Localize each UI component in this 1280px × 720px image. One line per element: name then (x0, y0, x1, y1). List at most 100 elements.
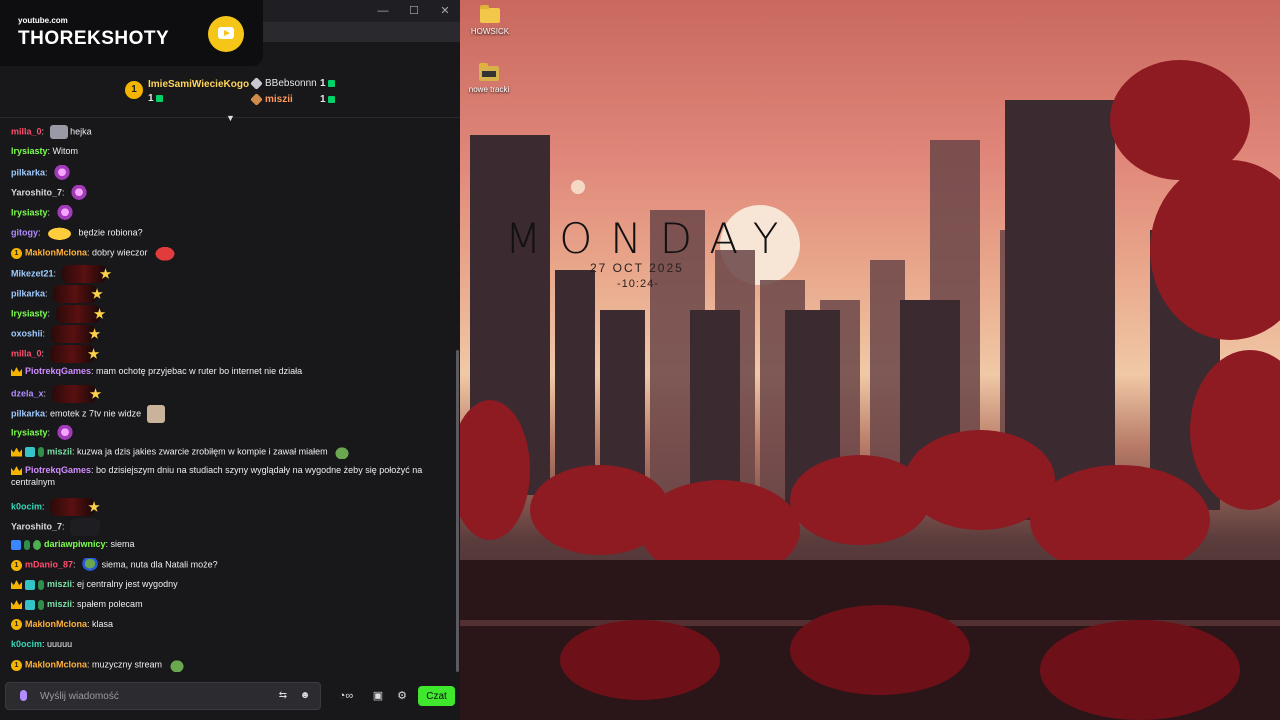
chat-send-button[interactable]: Czat (418, 686, 455, 706)
message-username[interactable]: mDanio_87 (25, 559, 73, 569)
chat-window: — ☐ ✕ youtube.com THOREKSHOTY 1 ImieSami… (0, 0, 460, 720)
message-username[interactable]: Mikezet21 (11, 268, 54, 278)
emote-icon (55, 425, 74, 441)
points-icon[interactable]: ◔∞ (333, 688, 359, 704)
chat-scrollbar[interactable] (456, 350, 459, 672)
emote-icon (333, 445, 352, 459)
clock-time: -10:24- (617, 278, 659, 290)
message-username[interactable]: pilkarka (11, 167, 45, 177)
message-text: kuzwa ja dzis jakies zwarcie zrobiłęm w … (77, 446, 328, 457)
emote-icon (53, 165, 72, 181)
message-username[interactable]: Yaroshito_7 (11, 521, 62, 531)
sub-badge-icon: 1 (11, 619, 22, 631)
message-username[interactable]: miszii (47, 599, 72, 609)
emoji-icon[interactable]: ☻ (298, 689, 312, 703)
leaderboard-count: 1 (320, 78, 326, 89)
desktop-folder-nowe-tracki[interactable]: nowe tracki (460, 63, 519, 94)
desktop-folder-howsick[interactable]: HOWSICK (460, 5, 520, 36)
message-username[interactable]: MaklonMclona (25, 659, 87, 669)
prime-badge-icon (11, 539, 21, 550)
brand-site: youtube.com (18, 16, 68, 25)
emote-icon (53, 285, 98, 303)
window-subbar (263, 22, 460, 42)
store-icon[interactable]: ▣ (370, 688, 386, 704)
emote-icon (55, 305, 100, 323)
bottle-badge-icon (38, 579, 44, 590)
message-username[interactable]: lrysiasty (11, 427, 48, 437)
leaderboard-third[interactable]: miszii (250, 92, 293, 106)
sub-badge-icon: 1 (11, 559, 22, 571)
microphone-icon[interactable] (20, 690, 27, 701)
youtube-icon[interactable] (208, 16, 244, 52)
emote-icon (49, 125, 68, 139)
message-username[interactable]: MaklonMclona (25, 247, 87, 257)
chat-message: 1 MaklonMclona: klasa (11, 618, 113, 631)
silver-badge-icon (250, 76, 263, 90)
chat-message: lrysiasty: (11, 205, 74, 221)
message-username[interactable]: miszii (47, 446, 72, 456)
chat-messages: milla_0: hejka lrysiasty: Witom pilkarka… (0, 122, 456, 678)
message-username[interactable]: oxoshii (11, 328, 43, 338)
settings-icon[interactable]: ⚙ (394, 688, 410, 704)
chat-input-bar: ⇆ ☻ (5, 682, 321, 710)
chat-message: lrysiasty: (11, 305, 106, 323)
sub-badge-icon: 1 (11, 659, 22, 671)
square-badge-icon (25, 447, 35, 457)
message-username[interactable]: lrysiasty (11, 146, 48, 156)
gift-leaderboard: 1 ImieSamiWiecieKogo 1 BBebsonnn 1 miszi… (0, 68, 460, 118)
message-username[interactable]: dariawpiwnicy (44, 539, 106, 549)
chat-message: 1 mDanio_87: siema, nuta dla Natali może? (11, 558, 218, 572)
leaderboard-first-name[interactable]: ImieSamiWiecieKogo (148, 79, 249, 90)
message-username[interactable]: milla_0 (11, 348, 42, 358)
message-username[interactable]: gitogy (11, 227, 38, 237)
chat-message: k0ocim: uuuuu (11, 639, 73, 649)
message-username[interactable]: lrysiasty (11, 207, 48, 217)
leaderboard-third-name: miszii (265, 94, 293, 105)
bottle-badge-icon (24, 539, 30, 550)
leaderboard-second[interactable]: BBebsonnn (250, 76, 317, 90)
rank-1-badge: 1 (125, 81, 143, 99)
message-text: muzyczny stream (92, 659, 163, 670)
message-text: emotek z 7tv nie widze (50, 408, 142, 419)
message-username[interactable]: PiotrekqGames (25, 465, 91, 475)
message-username[interactable]: Yaroshito_7 (11, 187, 62, 197)
message-username[interactable]: pilkarka (11, 288, 45, 298)
message-username[interactable]: PiotrekqGames (25, 366, 91, 376)
chat-message: k0ocim: (11, 498, 100, 516)
chat-message-input[interactable] (40, 688, 260, 704)
desktop-wallpaper: HOWSICK nowe tracki (460, 0, 1280, 720)
message-username[interactable]: pilkarka (11, 408, 45, 418)
chat-message: 1 MaklonMclona: muzyczny stream (11, 658, 186, 672)
chat-message: miszii: kuzwa ja dzis jakies zwarcie zro… (11, 445, 352, 459)
desktop-icon-label: nowe tracki (468, 85, 510, 94)
leaderboard-count: 1 (320, 94, 326, 105)
sub-badge-icon: 1 (11, 247, 22, 259)
message-username[interactable]: k0ocim (11, 501, 42, 511)
close-button[interactable]: ✕ (437, 3, 453, 19)
emote-icon (49, 345, 94, 363)
message-text: dobry wieczor (92, 247, 148, 258)
message-username[interactable]: milla_0 (11, 126, 42, 136)
folder-icon (479, 63, 499, 81)
leaderboard-second-name: BBebsonnn (265, 78, 317, 89)
message-text: mam ochotę przyjebac w ruter bo internet… (96, 366, 303, 376)
message-username[interactable]: MaklonMclona (25, 619, 87, 629)
chat-message: 1 MaklonMclona: dobry wieczor (11, 245, 178, 261)
message-username[interactable]: dzela_x (11, 388, 44, 398)
minimize-button[interactable]: — (375, 3, 391, 19)
translate-icon[interactable]: ⇆ (276, 689, 290, 703)
message-username[interactable]: miszii (47, 579, 72, 589)
message-text: ej centralny jest wygodny (77, 579, 178, 589)
message-username[interactable]: k0ocim (11, 639, 42, 649)
chat-message: lrysiasty: Witom (11, 146, 79, 156)
message-username[interactable]: lrysiasty (11, 308, 48, 318)
message-text: hejka (70, 126, 92, 137)
chat-message: PiotrekqGames: mam ochotę przyjebac w ru… (11, 365, 302, 377)
emote-icon (46, 225, 77, 241)
desktop-icon-label: HOWSICK (470, 27, 510, 36)
message-text: uuuuu (47, 639, 73, 649)
crown-badge-icon (11, 367, 22, 377)
crown-badge-icon (11, 466, 22, 476)
maximize-button[interactable]: ☐ (406, 3, 422, 19)
emote-icon (61, 265, 106, 283)
